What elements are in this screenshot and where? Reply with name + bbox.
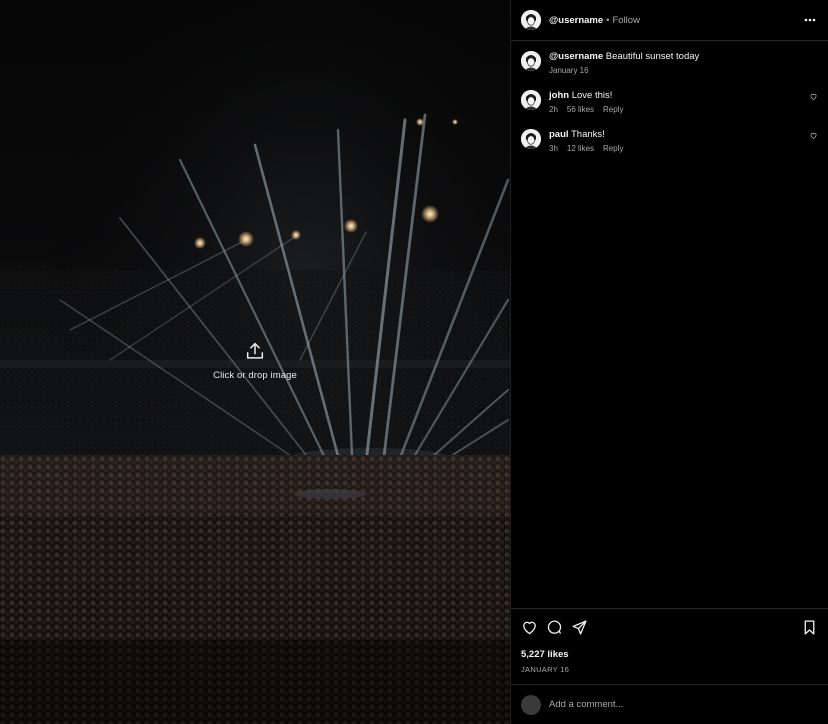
send-icon[interactable] bbox=[571, 619, 588, 636]
avatar[interactable] bbox=[521, 51, 541, 71]
heart-outline-icon[interactable] bbox=[809, 92, 818, 101]
follow-button[interactable]: Follow bbox=[612, 15, 639, 26]
add-comment-bar bbox=[511, 684, 828, 724]
comment-author[interactable]: john bbox=[549, 90, 569, 101]
heart-outline-icon[interactable] bbox=[809, 131, 818, 140]
post-author[interactable]: @username bbox=[549, 15, 603, 26]
avatar-image bbox=[521, 90, 541, 110]
post-viewer: Click or drop image @username • Follow @… bbox=[0, 0, 828, 724]
avatar-image bbox=[521, 10, 541, 30]
comment-item: paul Thanks! 3h 12 likes Reply bbox=[521, 128, 818, 153]
add-comment-input[interactable] bbox=[549, 699, 818, 710]
comment-time: 3h bbox=[549, 144, 558, 153]
more-horizontal-icon bbox=[804, 18, 816, 22]
bookmark-icon[interactable] bbox=[801, 619, 818, 636]
avatar-image bbox=[521, 129, 541, 149]
comment-icon[interactable] bbox=[546, 619, 563, 636]
avatar[interactable] bbox=[521, 129, 541, 149]
reply-button[interactable]: Reply bbox=[603, 105, 623, 114]
comment-text: Thanks! bbox=[571, 129, 605, 140]
comment-likes[interactable]: 12 likes bbox=[567, 144, 594, 153]
post-date: JANUARY 16 bbox=[521, 665, 570, 674]
comment-author[interactable]: paul bbox=[549, 129, 569, 140]
post-actions: 5,227 likes JANUARY 16 bbox=[511, 608, 828, 674]
upload-icon bbox=[246, 342, 264, 359]
post-sidebar: @username • Follow @username Beautiful s… bbox=[510, 0, 828, 724]
separator-dot: • bbox=[606, 14, 610, 26]
upload-dropzone[interactable]: Click or drop image bbox=[0, 340, 510, 381]
post-media[interactable]: Click or drop image bbox=[0, 0, 510, 724]
comment-text: Love this! bbox=[571, 90, 613, 101]
avatar-image bbox=[521, 51, 541, 71]
caption-text: Beautiful sunset today bbox=[605, 51, 700, 62]
more-options-button[interactable] bbox=[802, 12, 818, 28]
comment-item: john Love this! 2h 56 likes Reply bbox=[521, 89, 818, 114]
post-header: @username • Follow bbox=[511, 0, 828, 41]
avatar[interactable] bbox=[521, 90, 541, 110]
upload-label: Click or drop image bbox=[213, 370, 297, 381]
reply-button[interactable]: Reply bbox=[603, 144, 623, 153]
post-caption: @username Beautiful sunset today January… bbox=[521, 50, 818, 75]
caption-date: January 16 bbox=[549, 66, 589, 75]
current-user-avatar bbox=[521, 694, 541, 715]
caption-author[interactable]: @username bbox=[549, 51, 603, 62]
action-bar bbox=[521, 618, 818, 636]
comment-likes[interactable]: 56 likes bbox=[567, 105, 594, 114]
heart-icon[interactable] bbox=[521, 619, 538, 636]
comment-time: 2h bbox=[549, 105, 558, 114]
comments-list: @username Beautiful sunset today January… bbox=[511, 41, 828, 608]
likes-count[interactable]: 5,227 likes bbox=[521, 649, 818, 660]
avatar[interactable] bbox=[521, 10, 541, 30]
